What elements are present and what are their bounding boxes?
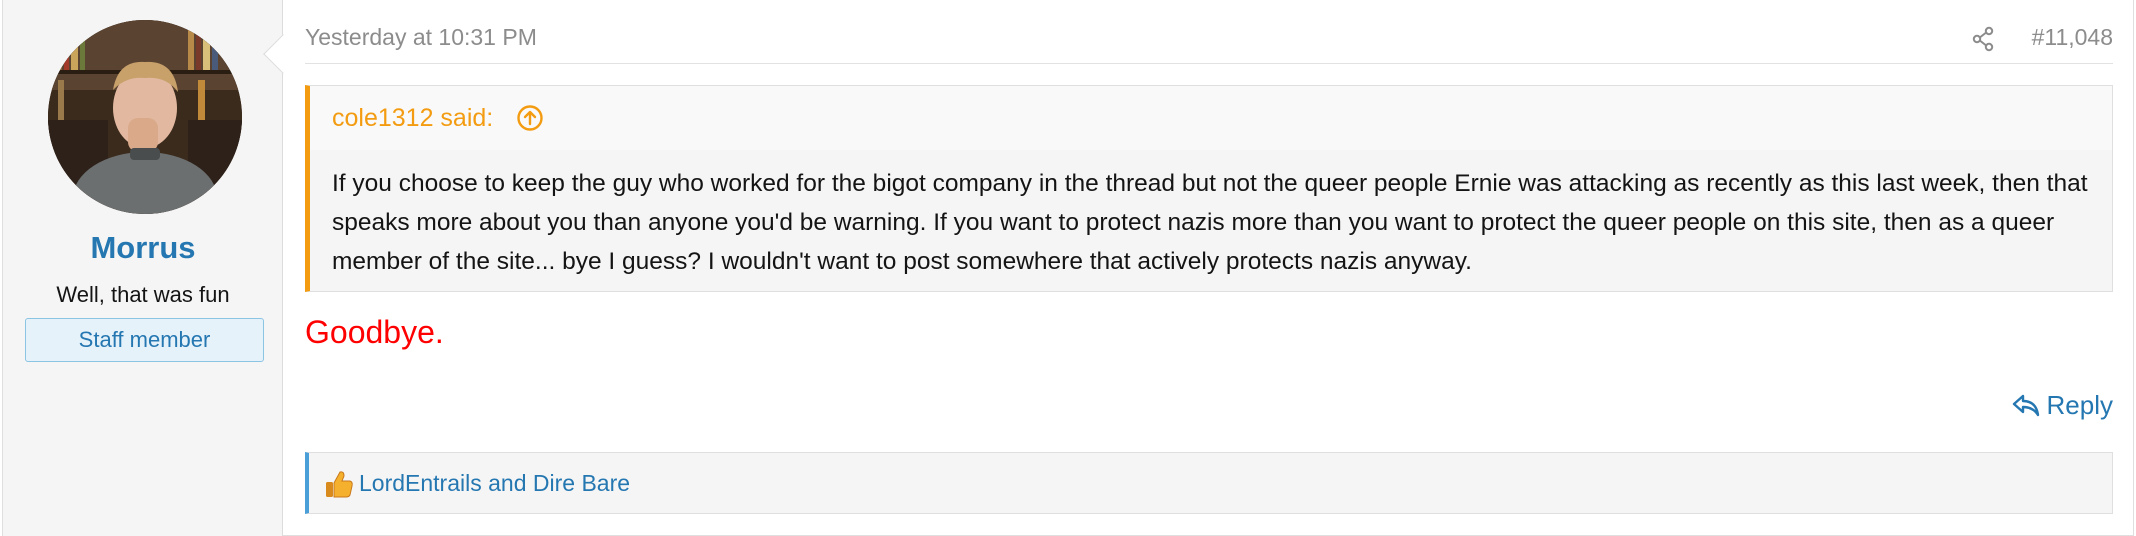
reactions-bar: LordEntrails and Dire Bare (305, 452, 2113, 514)
reply-icon (2012, 394, 2039, 417)
reply-label: Reply (2046, 389, 2113, 420)
post-attribution: Yesterday at 10:31 PM #11,048 (305, 0, 2113, 64)
user-title: Well, that was fun (56, 282, 230, 307)
avatar-photo (48, 20, 242, 214)
user-sidebar: Morrus Well, that was fun Staff member (3, 0, 283, 536)
quote-block: cole1312 said: If you choose to keep the… (305, 85, 2113, 292)
post-message: Goodbye. (305, 314, 444, 350)
post-timestamp[interactable]: Yesterday at 10:31 PM (305, 24, 537, 51)
quote-author[interactable]: cole1312 said: (332, 104, 493, 133)
post-main: Yesterday at 10:31 PM #11,048 cole1312 s… (305, 0, 2113, 536)
post-number[interactable]: #11,048 (2032, 24, 2113, 51)
staff-banner: Staff member (25, 318, 264, 362)
forum-post: Morrus Well, that was fun Staff member Y… (2, 0, 2134, 536)
arrow-up-circle-icon[interactable] (516, 104, 544, 132)
quote-text: If you choose to keep the guy who worked… (332, 170, 2088, 275)
avatar[interactable] (48, 20, 242, 214)
reply-button[interactable]: Reply (2011, 388, 2113, 422)
thumbs-up-icon (326, 471, 353, 498)
reaction-users[interactable]: LordEntrails and Dire Bare (359, 470, 630, 497)
quote-header: cole1312 said: (310, 86, 2112, 150)
share-icon[interactable] (1971, 26, 1995, 52)
username[interactable]: Morrus (3, 230, 283, 266)
